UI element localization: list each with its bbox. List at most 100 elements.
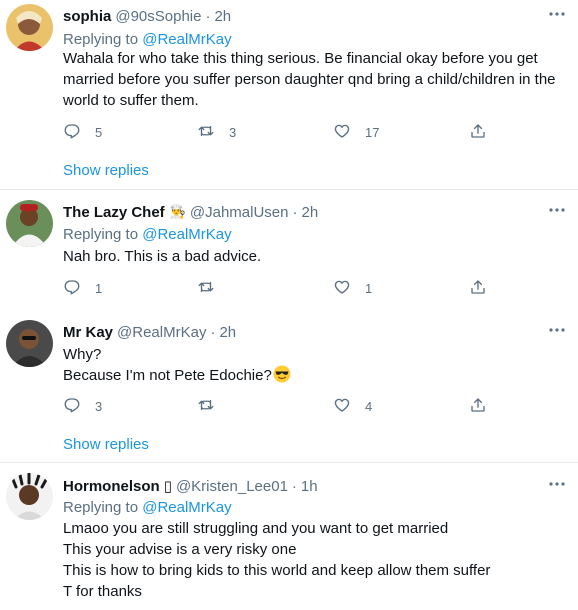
reply-icon (63, 122, 81, 143)
more-icon (548, 321, 566, 343)
like-button[interactable]: 1 (333, 276, 372, 300)
replying-to-label: Replying to (63, 499, 139, 516)
replying-to: Replying to @RealMrKay (63, 499, 232, 516)
timestamp[interactable]: 2h (219, 324, 236, 341)
separator-dot: · (205, 7, 211, 25)
tweet-text: Why? Because I'm not Pete Edochie? (63, 344, 568, 386)
like-button[interactable]: 17 (333, 120, 379, 144)
retweet-button[interactable] (197, 276, 229, 300)
more-options-button[interactable] (544, 202, 570, 222)
avatar[interactable] (6, 200, 53, 247)
tweet-actions: 5 3 17 (63, 120, 503, 144)
more-icon (548, 475, 566, 497)
show-replies-link[interactable]: Show replies (63, 436, 149, 453)
tweet-text-line: This is how to bring kids to this world … (63, 562, 491, 579)
tweet-text-line: T for thanks (63, 583, 142, 600)
smiling-face-with-sunglasses-icon (273, 365, 291, 383)
handle[interactable]: @90sSophie (115, 8, 201, 25)
reply-icon (63, 396, 81, 417)
tweet-header: The Lazy Chef 👨‍🍳 @JahmalUsen · 2h (63, 202, 318, 222)
share-button[interactable] (469, 394, 487, 418)
reply-count: 1 (95, 280, 103, 296)
tweet-actions: 1 1 (63, 276, 503, 300)
retweet-button[interactable] (197, 394, 229, 418)
tweet-text-line: world to suffer them. (63, 92, 199, 109)
separator-dot: · (292, 203, 298, 221)
timestamp[interactable]: 2h (301, 204, 318, 221)
like-count: 1 (365, 280, 373, 296)
tweet-text: Nah bro. This is a bad advice. (63, 246, 568, 267)
like-count: 4 (365, 398, 373, 414)
tweet-text-line: Lmaoo you are still struggling and you w… (63, 520, 449, 537)
tweet-text-segment: Because I'm not Pete Edochie? (63, 367, 272, 384)
tweet-mr-kay[interactable]: Mr Kay @RealMrKay · 2h Why? Because I'm … (0, 310, 578, 463)
avatar[interactable] (6, 4, 53, 51)
mention-link[interactable]: @RealMrKay (142, 226, 231, 243)
chef-emoji: 👨‍🍳 (169, 204, 186, 219)
handle[interactable]: @JahmalUsen (190, 204, 289, 221)
timestamp[interactable]: 2h (214, 8, 231, 25)
like-button[interactable]: 4 (333, 394, 372, 418)
display-name[interactable]: The Lazy Chef (63, 204, 165, 221)
mention-link[interactable]: @RealMrKay (142, 499, 231, 516)
avatar[interactable] (6, 320, 53, 367)
tweet-text: Lmaoo you are still struggling and you w… (63, 518, 568, 602)
display-name[interactable]: sophia (63, 8, 111, 25)
like-icon (333, 396, 351, 417)
more-options-button[interactable] (544, 322, 570, 342)
share-icon (469, 122, 487, 143)
reply-icon (63, 278, 81, 299)
show-replies-link[interactable]: Show replies (63, 162, 149, 179)
like-icon (333, 122, 351, 143)
display-name[interactable]: Mr Kay (63, 324, 113, 341)
avatar[interactable] (6, 473, 53, 520)
retweet-icon (197, 396, 215, 417)
retweet-count: 3 (229, 124, 237, 140)
separator-dot: · (210, 323, 216, 341)
retweet-icon (197, 122, 215, 143)
tweet-text-line: Because I'm not Pete Edochie? (63, 365, 568, 386)
replying-to: Replying to @RealMrKay (63, 31, 232, 48)
tweet-text-line: This your advise is a very risky one (63, 541, 297, 558)
tweet-sophia[interactable]: sophia @90sSophie · 2h Replying to @Real… (0, 0, 578, 190)
share-icon (469, 278, 487, 299)
tweet-feed: sophia @90sSophie · 2h Replying to @Real… (0, 0, 578, 610)
more-icon (548, 201, 566, 223)
more-icon (548, 5, 566, 27)
tweet-header: sophia @90sSophie · 2h (63, 6, 231, 26)
retweet-button[interactable]: 3 (197, 120, 236, 144)
tweet-text-line: Wahala for who take this thing serious. … (63, 50, 538, 67)
share-button[interactable] (469, 276, 487, 300)
more-options-button[interactable] (544, 6, 570, 26)
reply-button[interactable]: 1 (63, 276, 102, 300)
display-name[interactable]: Hormonelson (63, 478, 160, 495)
share-button[interactable] (469, 120, 487, 144)
reply-button[interactable]: 5 (63, 120, 102, 144)
replying-to-label: Replying to (63, 226, 139, 243)
tweet-text: Wahala for who take this thing serious. … (63, 48, 568, 111)
handle[interactable]: @Kristen_Lee01 (176, 478, 288, 495)
retweet-icon (197, 278, 215, 299)
tweet-header: Hormonelson ▯ @Kristen_Lee01 · 1h (63, 476, 318, 496)
mention-link[interactable]: @RealMrKay (142, 31, 231, 48)
tweet-header: Mr Kay @RealMrKay · 2h (63, 322, 236, 342)
tweet-lazy-chef[interactable]: The Lazy Chef 👨‍🍳 @JahmalUsen · 2h Reply… (0, 190, 578, 310)
share-icon (469, 396, 487, 417)
replying-to: Replying to @RealMrKay (63, 226, 232, 243)
reply-button[interactable]: 3 (63, 394, 102, 418)
replying-to-label: Replying to (63, 31, 139, 48)
name-suffix-glyph: ▯ (163, 478, 172, 495)
like-icon (333, 278, 351, 299)
reply-count: 3 (95, 398, 103, 414)
tweet-text-line: married before you suffer person daughte… (63, 71, 556, 88)
handle[interactable]: @RealMrKay (117, 324, 206, 341)
tweet-actions: 3 4 (63, 394, 503, 418)
tweet-hormonelson[interactable]: Hormonelson ▯ @Kristen_Lee01 · 1h Replyi… (0, 463, 578, 610)
timestamp[interactable]: 1h (301, 478, 318, 495)
more-options-button[interactable] (544, 476, 570, 496)
tweet-text-line: Nah bro. This is a bad advice. (63, 248, 262, 265)
like-count: 17 (365, 124, 380, 140)
separator-dot: · (291, 477, 297, 495)
reply-count: 5 (95, 124, 103, 140)
tweet-text-line: Why? (63, 346, 102, 363)
